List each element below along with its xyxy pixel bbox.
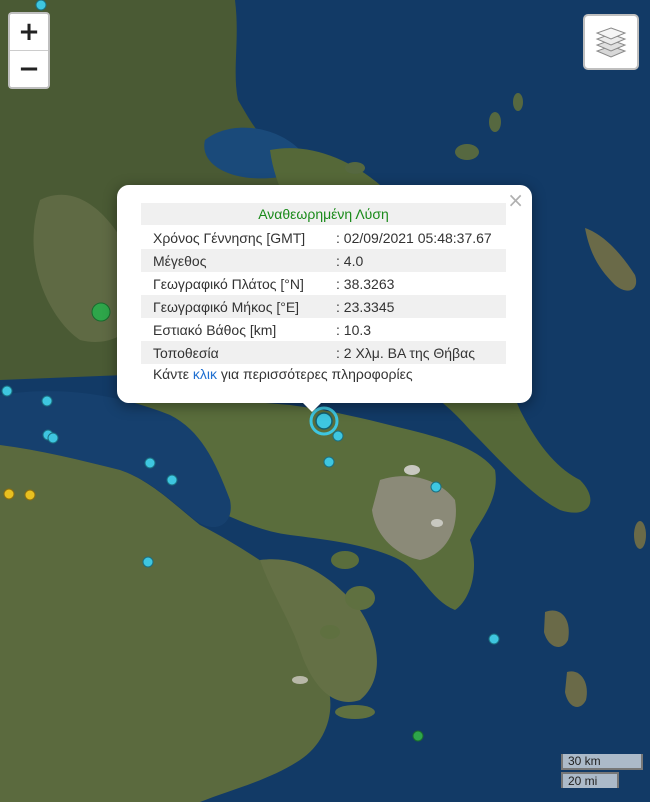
layers-button[interactable]: [583, 14, 639, 70]
earthquake-marker: [1, 385, 13, 397]
snow-patch-2: [431, 519, 443, 527]
table-row: Γεωγραφικό Πλάτος [°N] : 38.3263: [141, 272, 506, 295]
map-canvas[interactable]: + − × Αναθεωρημένη Λύση Χρόνος Γέννησης …: [0, 0, 650, 802]
zoom-out-button[interactable]: −: [10, 50, 48, 87]
island-salamina: [331, 551, 359, 569]
island-small-1: [320, 625, 340, 639]
footer-suffix: για περισσότερες πληροφορίες: [217, 366, 413, 382]
row-label: Τοποθεσία: [141, 341, 336, 364]
more-info-link[interactable]: κλικ: [193, 366, 217, 382]
earthquake-marker: [144, 457, 156, 469]
event-popup: × Αναθεωρημένη Λύση Χρόνος Γέννησης [GMT…: [117, 185, 532, 403]
snow-patch-3: [292, 676, 308, 684]
table-row: Εστιακό Βάθος [km] : 10.3: [141, 318, 506, 341]
scale-mi: 20 mi: [561, 772, 619, 788]
earthquake-marker: [332, 430, 344, 442]
row-value: : 10.3: [336, 321, 372, 338]
row-label: Μέγεθος: [141, 249, 336, 272]
island-skyros-b: [489, 112, 501, 132]
table-row: Γεωγραφικό Μήκος [°E] : 23.3345: [141, 295, 506, 318]
row-label: Χρόνος Γέννησης [GMT]: [153, 229, 306, 246]
row-value: : 02/09/2021 05:48:37.67: [336, 229, 492, 246]
earthquake-marker-green: [412, 730, 424, 742]
row-label: Γεωγραφικό Μήκος [°E]: [141, 295, 336, 318]
earthquake-marker: [488, 633, 500, 645]
selected-event-marker: [315, 412, 333, 430]
zoom-in-button[interactable]: +: [10, 14, 48, 50]
island-skyros-a: [455, 144, 479, 160]
popup-footer: Κάντε κλικ για περισσότερες πληροφορίες: [153, 366, 413, 382]
row-value: : 4.0: [336, 249, 506, 272]
footer-prefix: Κάντε: [153, 366, 193, 382]
snow-patch-1: [404, 465, 420, 475]
earthquake-marker: [41, 395, 53, 407]
earthquake-marker-yellow: [3, 488, 15, 500]
popup-tip: [300, 400, 324, 412]
layers-icon: [595, 27, 627, 58]
zoom-control: + −: [8, 12, 50, 89]
close-icon[interactable]: ×: [507, 189, 524, 211]
popup-title: Αναθεωρημένη Λύση: [141, 203, 506, 225]
island-north-d: [345, 162, 365, 174]
event-details-table: Χρόνος Γέννησης [GMT] : 02/09/2021 05:48…: [141, 226, 506, 364]
earthquake-marker: [35, 0, 47, 11]
earthquake-marker: [47, 432, 59, 444]
earthquake-marker: [166, 474, 178, 486]
table-row: Χρόνος Γέννησης [GMT] : 02/09/2021 05:48…: [141, 226, 506, 249]
earthquake-marker-yellow: [24, 489, 36, 501]
island-north-c: [513, 93, 523, 111]
island-aegina: [345, 586, 375, 610]
table-row: Τοποθεσία : 2 Χλμ. ΒΑ της Θήβας: [141, 341, 506, 364]
earthquake-marker: [430, 481, 442, 493]
earthquake-marker-green: [91, 302, 111, 322]
island-east-e: [634, 521, 646, 549]
island-small-2: [335, 705, 375, 719]
row-label: Γεωγραφικό Πλάτος [°N]: [153, 275, 304, 292]
row-value: : 38.3263: [336, 275, 395, 292]
row-label: Εστιακό Βάθος [km]: [153, 321, 277, 338]
scale-bar: 30 km 20 mi: [561, 754, 643, 788]
earthquake-marker: [142, 556, 154, 568]
earthquake-marker: [323, 456, 335, 468]
scale-km: 30 km: [561, 754, 643, 770]
row-value: : 23.3345: [336, 295, 506, 318]
row-value: : 2 Χλμ. ΒΑ της Θήβας: [336, 341, 506, 364]
table-row: Μέγεθος : 4.0: [141, 249, 506, 272]
